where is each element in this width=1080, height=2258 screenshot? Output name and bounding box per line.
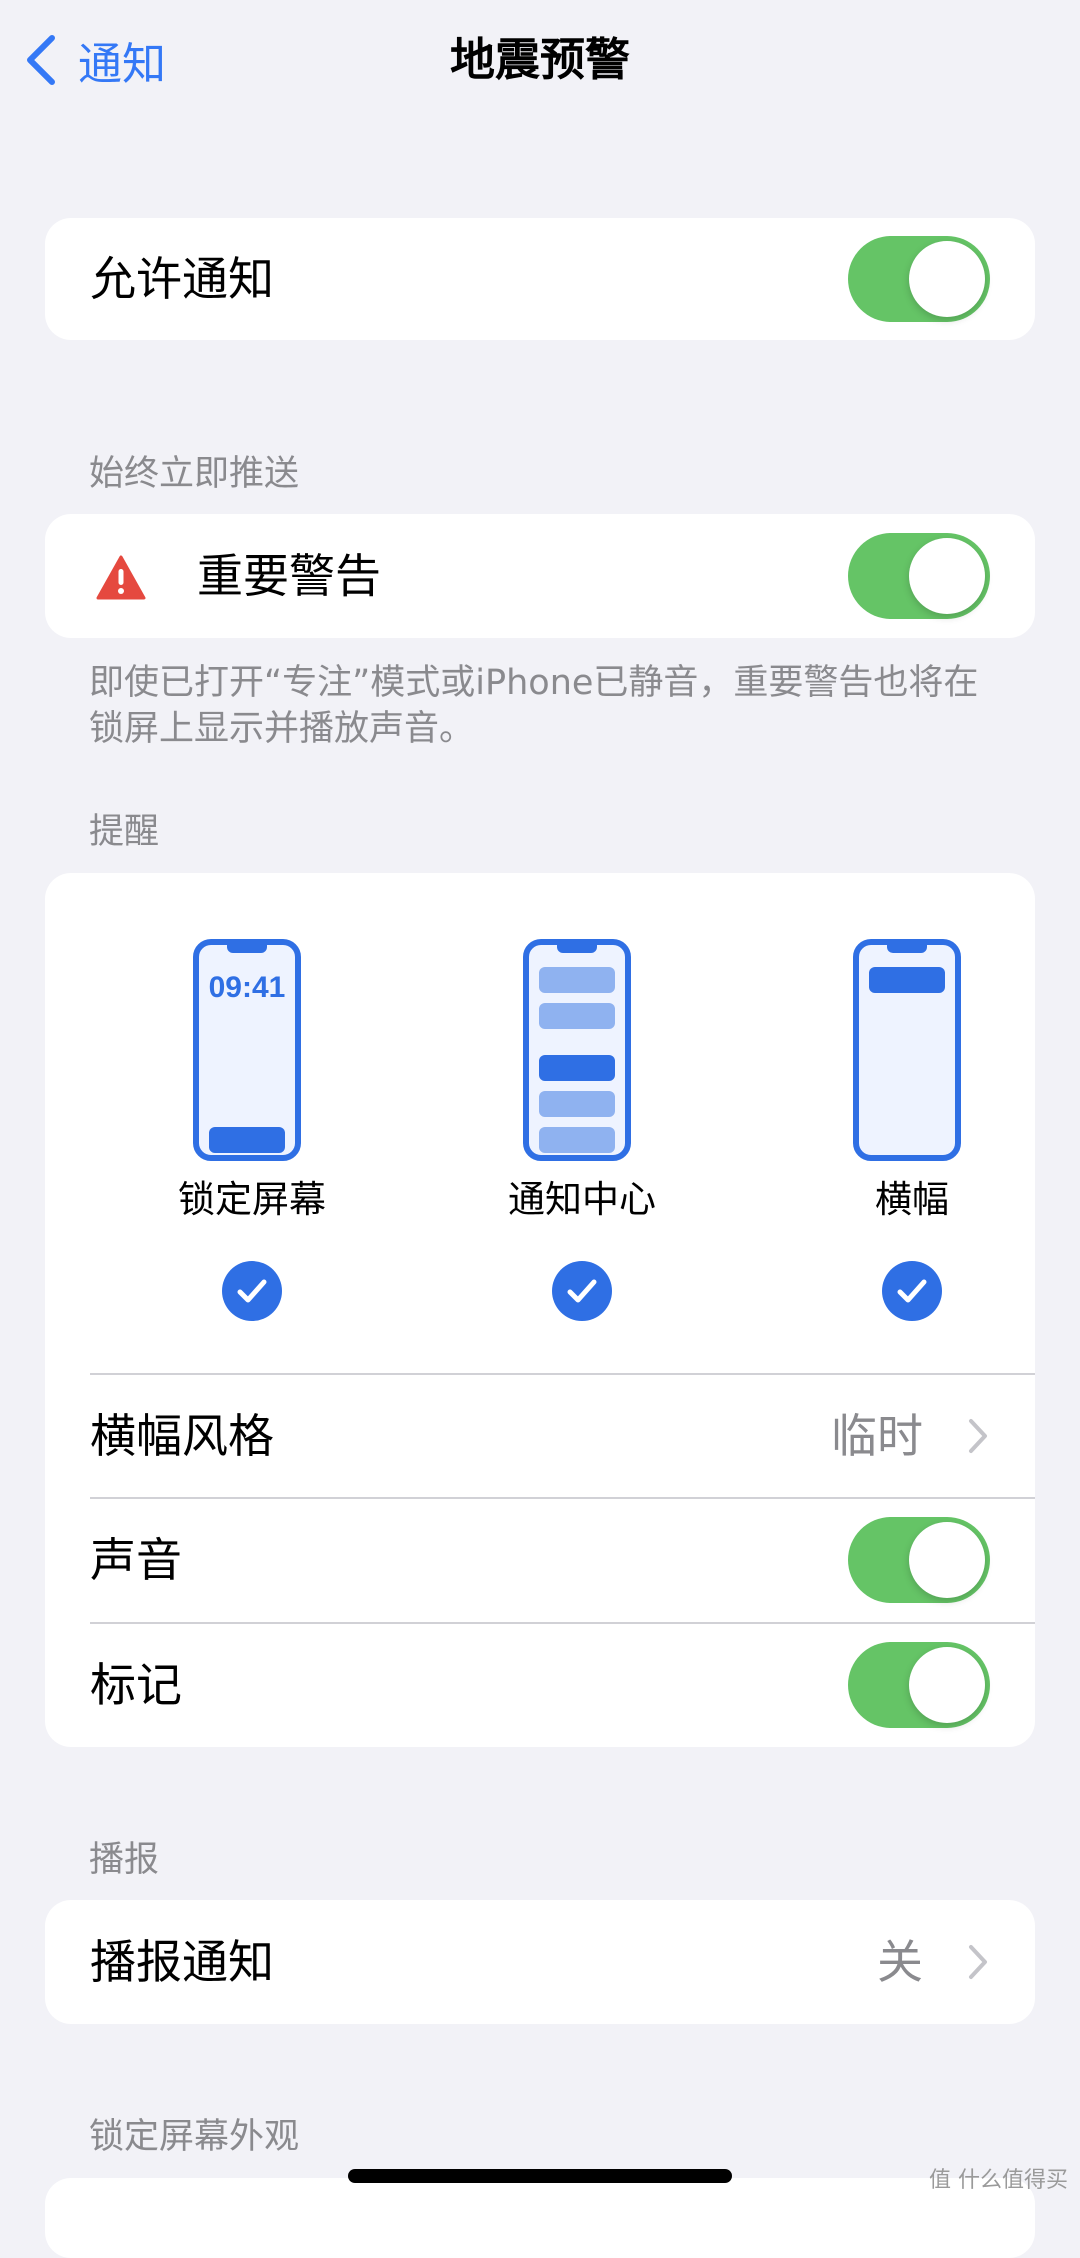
announce-card: 播报通知 关	[45, 1900, 1035, 2024]
warning-triangle-icon	[96, 555, 146, 600]
badges-label: 标记	[90, 1658, 182, 1712]
navigation-bar: 通知 地震预警	[0, 0, 1080, 120]
notification-bar	[539, 1003, 615, 1029]
allow-notifications-card: 允许通知	[45, 218, 1035, 340]
allow-notifications-toggle[interactable]	[848, 236, 990, 322]
checkmark-icon	[237, 1279, 267, 1303]
lock-screen-check[interactable]	[222, 1261, 282, 1321]
notification-bar	[539, 967, 615, 993]
lock-screen-time: 09:41	[208, 971, 286, 1004]
checkmark-icon	[897, 1279, 927, 1303]
alerts-card: 09:41 锁定屏幕 通知中心 横幅 横幅风格 临时 声音 标记	[45, 873, 1035, 1747]
banners-check[interactable]	[882, 1261, 942, 1321]
chevron-right-icon	[969, 1945, 987, 1979]
alert-style-label: 横幅	[875, 1178, 949, 1221]
section-header-immediate: 始终立即推送	[89, 454, 300, 494]
toggle-knob	[909, 1647, 985, 1723]
notification-bar	[539, 1127, 615, 1153]
alert-style-label: 锁定屏幕	[178, 1178, 326, 1221]
checkmark-icon	[567, 1279, 597, 1303]
banner-style-label: 横幅风格	[90, 1409, 274, 1463]
banner-style-value: 临时	[831, 1409, 923, 1463]
alert-style-banners[interactable]: 横幅	[747, 873, 1035, 1373]
critical-alerts-toggle[interactable]	[848, 533, 990, 619]
phone-notch	[227, 943, 267, 953]
announce-notifications-row[interactable]: 播报通知 关	[45, 1900, 1035, 2024]
notification-bar	[209, 1127, 285, 1153]
badges-row: 标记	[45, 1623, 1035, 1747]
notification-bar	[539, 1091, 615, 1117]
toggle-knob	[909, 241, 985, 317]
page-title: 地震预警	[449, 33, 630, 86]
lock-screen-preview: 09:41	[193, 939, 301, 1161]
sounds-toggle[interactable]	[848, 1517, 990, 1603]
lock-screen-appearance-card	[45, 2178, 1035, 2258]
toggle-knob	[909, 538, 985, 614]
sounds-row: 声音	[45, 1498, 1035, 1622]
announce-notifications-value: 关	[877, 1935, 923, 1989]
critical-alerts-row: 重要警告	[45, 514, 1035, 638]
sounds-label: 声音	[90, 1533, 182, 1587]
notification-center-preview	[523, 939, 631, 1161]
allow-notifications-label: 允许通知	[90, 252, 274, 306]
notification-bar	[869, 967, 945, 993]
alert-style-label: 通知中心	[508, 1178, 656, 1221]
chevron-right-icon	[969, 1419, 987, 1453]
banner-preview	[853, 939, 961, 1161]
critical-alerts-card: 重要警告	[45, 514, 1035, 638]
notification-center-check[interactable]	[552, 1261, 612, 1321]
critical-alerts-label: 重要警告	[197, 549, 381, 603]
toggle-knob	[909, 1522, 985, 1598]
section-header-lock-screen-appearance: 锁定屏幕外观	[89, 2117, 300, 2157]
banner-style-row[interactable]: 横幅风格 临时	[45, 1374, 1035, 1498]
notification-bar	[539, 1055, 615, 1081]
alert-style-notification-center[interactable]: 通知中心	[417, 873, 747, 1373]
section-header-alerts: 提醒	[89, 812, 160, 852]
phone-notch	[887, 943, 927, 953]
home-indicator[interactable]	[348, 2169, 732, 2183]
alert-style-lock-screen[interactable]: 09:41 锁定屏幕	[87, 873, 417, 1373]
critical-alerts-footnote: 即使已打开“专注”模式或iPhone已静音，重要警告也将在锁屏上显示并播放声音。	[89, 663, 979, 749]
section-header-announce: 播报	[89, 1840, 160, 1880]
badges-toggle[interactable]	[848, 1642, 990, 1728]
announce-notifications-label: 播报通知	[90, 1935, 274, 1989]
allow-notifications-row: 允许通知	[45, 218, 1035, 340]
watermark: 值 什么值得买	[929, 2168, 1068, 2193]
phone-notch	[557, 943, 597, 953]
